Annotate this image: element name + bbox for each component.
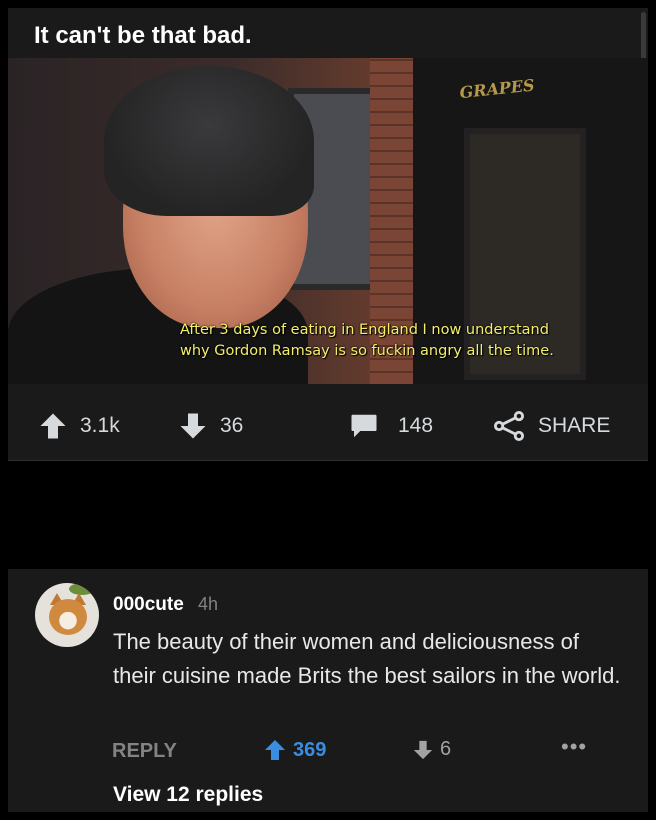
arrow-up-icon: [40, 413, 66, 439]
post-action-bar: 3.1k 36 148 SHARE: [8, 398, 648, 454]
arrow-down-icon: [413, 740, 433, 759]
comment-item: 000cute 4h The beauty of their women and…: [8, 569, 648, 812]
comment-upvote-button[interactable]: 369: [263, 738, 326, 762]
subtitle-line-2: why Gordon Ramsay is so fuckin angry all…: [180, 343, 554, 359]
comment-count: 148: [398, 414, 434, 437]
ellipsis-icon[interactable]: •••: [561, 734, 587, 760]
share-icon: [493, 410, 525, 442]
post-screen: It can't be that bad. GRAPES After 3 day…: [8, 8, 648, 812]
comments-button[interactable]: 148: [348, 398, 433, 454]
comment-username[interactable]: 000cute: [113, 594, 184, 616]
section-gap: [8, 461, 648, 569]
comment-timestamp: 4h: [198, 594, 219, 614]
comment-body: The beauty of their women and deliciousn…: [113, 629, 621, 688]
upvote-count: 3.1k: [80, 414, 120, 437]
downvote-button[interactable]: 36: [178, 398, 243, 454]
downvote-count: 36: [220, 414, 244, 437]
reply-button[interactable]: REPLY: [112, 740, 177, 763]
arrow-down-icon: [180, 413, 206, 439]
share-button[interactable]: SHARE: [492, 398, 610, 454]
person-beanie: [104, 66, 314, 216]
arrow-up-icon: [265, 740, 285, 760]
speech-bubble-icon: [351, 414, 377, 438]
video-subtitle: After 3 days of eating in England I now …: [180, 320, 610, 362]
avatar[interactable]: [35, 583, 99, 647]
subtitle-line-1: After 3 days of eating in England I now …: [180, 322, 549, 338]
avatar-cat-face: [49, 599, 87, 635]
post-title: It can't be that bad.: [34, 22, 252, 49]
comment-upvote-count: 369: [293, 738, 327, 761]
post-video[interactable]: GRAPES After 3 days of eating in England…: [8, 58, 648, 384]
comment-downvote-button[interactable]: 6: [412, 738, 451, 761]
comment-downvote-count: 6: [440, 738, 452, 760]
comment-action-bar: REPLY 369 6 •••: [8, 734, 648, 770]
share-label: SHARE: [538, 414, 611, 437]
upvote-button[interactable]: 3.1k: [38, 398, 120, 454]
view-replies-link[interactable]: View 12 replies: [113, 783, 263, 807]
